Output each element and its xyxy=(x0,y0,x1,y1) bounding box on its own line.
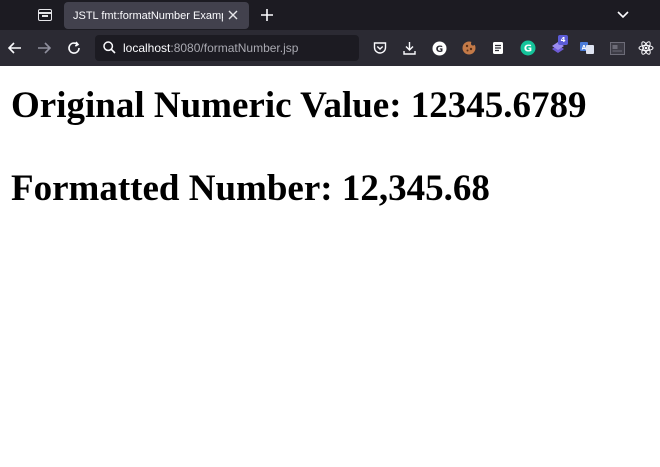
chevron-down-icon[interactable] xyxy=(612,4,634,26)
grammarly-label: G xyxy=(524,44,532,55)
stack-extension-icon[interactable]: 4 xyxy=(548,35,568,58)
tab-strip: JSTL fmt:formatNumber Example xyxy=(0,0,660,30)
page-content: Original Numeric Value: 12345.6789 Forma… xyxy=(0,66,660,467)
original-value-heading: Original Numeric Value: 12345.6789 xyxy=(11,85,587,126)
translate-icon[interactable]: A xyxy=(577,38,597,58)
back-arrow-icon[interactable] xyxy=(3,36,27,60)
plus-icon[interactable] xyxy=(256,4,278,26)
reload-icon[interactable] xyxy=(62,36,86,60)
extension-badge: 4 xyxy=(558,35,568,45)
cookie-icon[interactable] xyxy=(459,38,479,58)
tab-title: JSTL fmt:formatNumber Example xyxy=(73,9,223,22)
url-text: localhost:8080/formatNumber.jsp xyxy=(123,41,298,55)
formatted-number-heading: Formatted Number: 12,345.68 xyxy=(11,168,490,209)
pocket-icon[interactable] xyxy=(370,38,390,58)
notes-icon[interactable] xyxy=(488,38,508,58)
g-extension-label: G xyxy=(435,45,442,55)
react-devtools-icon[interactable] xyxy=(636,38,656,58)
address-bar[interactable]: localhost:8080/formatNumber.jsp xyxy=(95,35,359,61)
forward-arrow-icon[interactable] xyxy=(32,36,56,60)
url-path: :8080/formatNumber.jsp xyxy=(170,41,299,55)
screenshot-icon[interactable] xyxy=(607,38,627,58)
tab-list-icon[interactable] xyxy=(32,3,58,27)
close-icon[interactable] xyxy=(225,7,241,23)
url-host: localhost xyxy=(123,41,171,55)
svg-text:A: A xyxy=(582,45,587,52)
search-icon xyxy=(103,39,116,58)
grammarly-icon[interactable]: G xyxy=(518,38,538,58)
g-extension-icon[interactable]: G xyxy=(429,38,449,58)
navigation-toolbar: localhost:8080/formatNumber.jsp G G 4 A xyxy=(0,30,660,66)
download-icon[interactable] xyxy=(399,38,419,58)
active-tab[interactable]: JSTL fmt:formatNumber Example xyxy=(64,2,249,29)
